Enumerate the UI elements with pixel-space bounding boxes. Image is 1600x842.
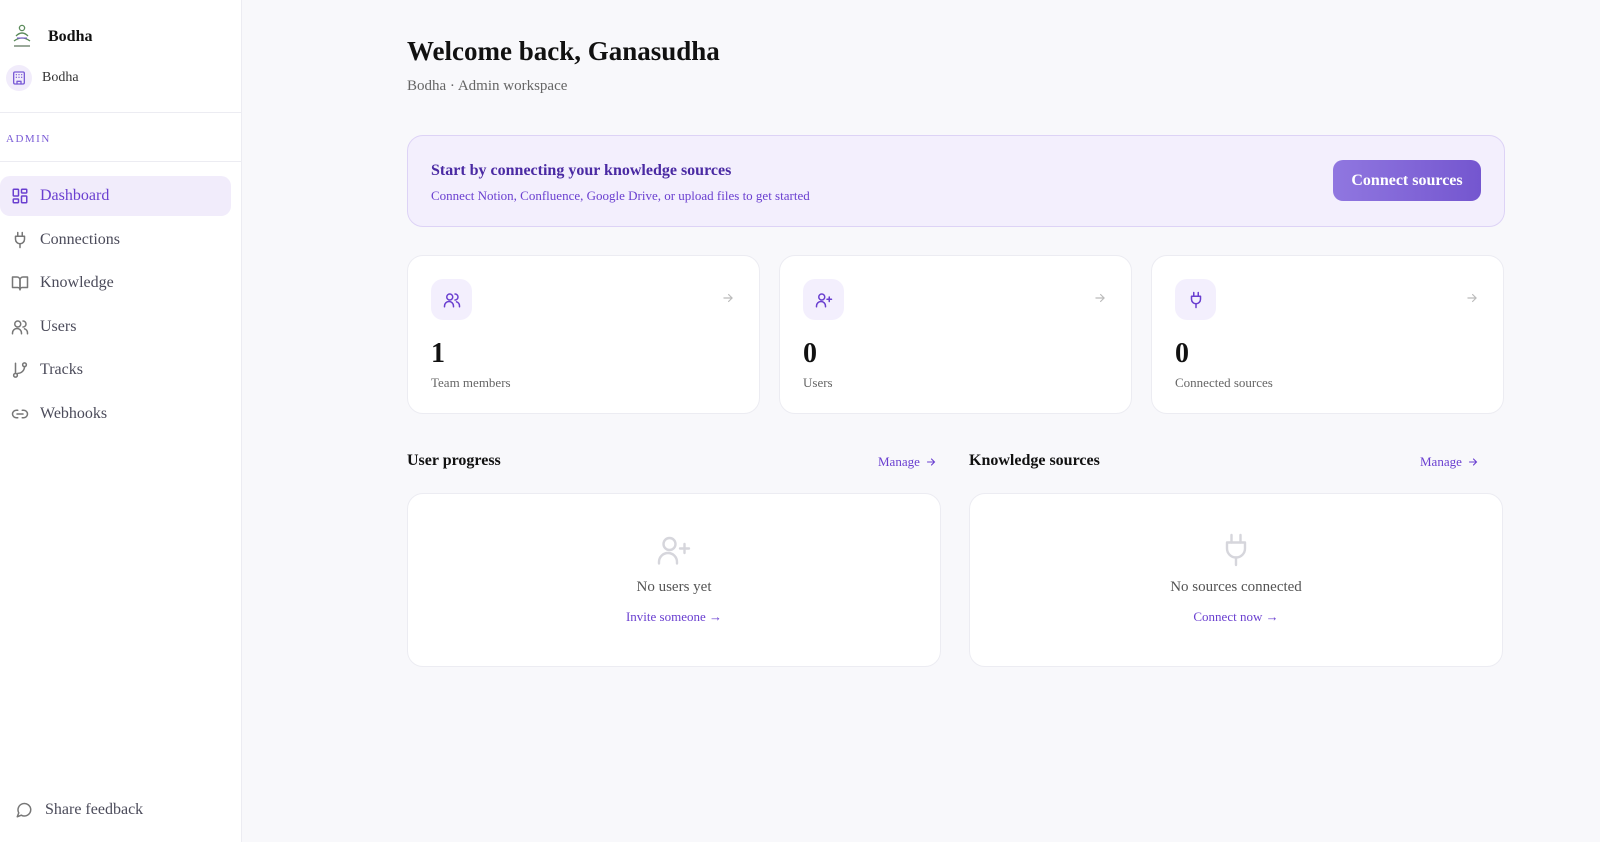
banner-title: Start by connecting your knowledge sourc… — [431, 162, 732, 179]
sidebar-item-connections[interactable]: Connections — [0, 220, 231, 260]
plug-icon — [10, 230, 30, 250]
sidebar-item-label: Users — [40, 317, 77, 335]
onboarding-banner: Start by connecting your knowledge sourc… — [407, 135, 1505, 227]
user-plus-icon — [408, 532, 940, 568]
knowledge-sources-manage-link[interactable]: Manage — [1420, 454, 1479, 470]
manage-label: Manage — [1420, 454, 1462, 469]
building-icon — [6, 65, 32, 91]
workspace-switcher[interactable]: Bodha — [0, 50, 241, 96]
sidebar-item-tracks[interactable]: Tracks — [0, 350, 231, 390]
sidebar-item-knowledge[interactable]: Knowledge — [0, 263, 231, 303]
manage-label: Manage — [878, 454, 920, 469]
users-icon — [10, 317, 30, 337]
sidebar: Bodha Bodha ADMIN Dashboard Connections … — [0, 0, 242, 842]
stat-label: Connected sources — [1175, 375, 1273, 390]
main-content: Welcome back, Ganasudha Bodha · Admin wo… — [242, 0, 1600, 842]
sidebar-item-webhooks[interactable]: Webhooks — [0, 394, 231, 434]
sidebar-item-users[interactable]: Users — [0, 307, 231, 347]
arrow-right-icon — [1093, 291, 1109, 307]
book-icon — [10, 273, 30, 293]
connect-sources-button[interactable]: Connect sources — [1333, 160, 1481, 201]
arrow-right-icon — [1468, 458, 1478, 466]
plug-icon — [1175, 279, 1216, 320]
sidebar-item-dashboard[interactable]: Dashboard — [0, 176, 231, 216]
sidebar-item-label: Connections — [40, 230, 120, 248]
dashboard-icon — [10, 186, 30, 206]
user-progress-manage-link[interactable]: Manage — [878, 454, 937, 470]
user-progress-panel: No users yet Invite someone → — [407, 493, 941, 667]
stat-card-team-members[interactable]: 1 Team members — [407, 255, 760, 414]
feedback-label: Share feedback — [45, 801, 144, 818]
stat-label: Team members — [431, 375, 511, 390]
link-icon — [10, 404, 30, 424]
stat-card-users[interactable]: 0 Users — [779, 255, 1132, 414]
message-circle-icon — [14, 800, 34, 820]
user-plus-icon — [803, 279, 844, 320]
brand[interactable]: Bodha — [0, 0, 241, 50]
share-feedback-button[interactable]: Share feedback — [14, 800, 143, 820]
stat-value: 0 — [1175, 338, 1189, 369]
stat-card-connected-sources[interactable]: 0 Connected sources — [1151, 255, 1504, 414]
banner-description: Connect Notion, Confluence, Google Drive… — [431, 188, 810, 203]
brand-name: Bodha — [48, 28, 93, 45]
stat-label: Users — [803, 375, 833, 390]
empty-state-text: No users yet — [636, 579, 712, 595]
sidebar-item-label: Dashboard — [40, 187, 110, 204]
bodha-logo-icon — [10, 24, 34, 49]
workspace-name: Bodha — [42, 70, 79, 85]
arrow-right-icon — [1465, 291, 1481, 307]
arrow-right-icon — [721, 291, 737, 307]
empty-state-text: No sources connected — [1170, 579, 1302, 595]
user-progress-title: User progress — [407, 452, 501, 469]
arrow-right-icon — [926, 458, 936, 466]
plug-icon — [970, 532, 1502, 568]
sidebar-item-label: Tracks — [40, 361, 83, 378]
page-title: Welcome back, Ganasudha — [407, 36, 720, 66]
app-root: Bodha Bodha ADMIN Dashboard Connections … — [0, 0, 1600, 842]
users-icon — [431, 279, 472, 320]
knowledge-sources-panel: No sources connected Connect now → — [969, 493, 1503, 667]
sidebar-item-label: Webhooks — [40, 404, 108, 422]
stat-value: 0 — [803, 338, 817, 369]
sidebar-item-label: Knowledge — [40, 274, 114, 291]
connect-now-link[interactable]: Connect now → — [970, 609, 1502, 625]
stat-value: 1 — [431, 338, 445, 369]
invite-someone-link[interactable]: Invite someone → — [408, 609, 940, 625]
section-label-admin: ADMIN — [6, 133, 51, 145]
knowledge-sources-title: Knowledge sources — [969, 452, 1100, 469]
sidebar-nav: Dashboard Connections Knowledge Users Tr… — [0, 162, 241, 434]
git-branch-icon — [10, 360, 30, 380]
page-subtitle: Bodha · Admin workspace — [407, 78, 568, 94]
